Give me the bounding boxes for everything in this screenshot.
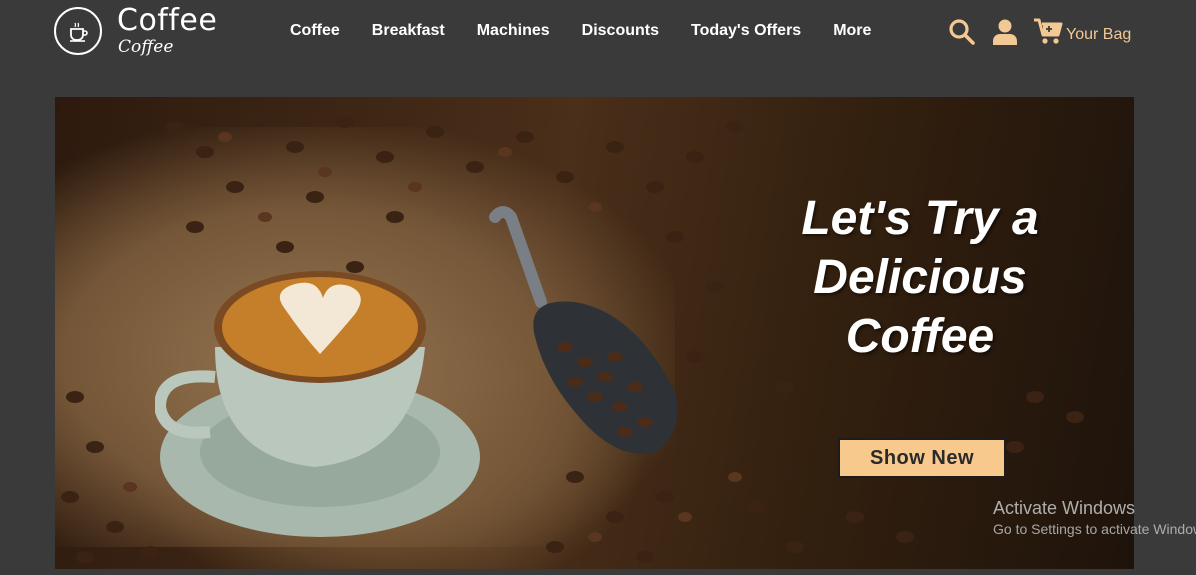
search-icon[interactable] [948, 18, 976, 51]
nav-item-discounts[interactable]: Discounts [582, 22, 659, 40]
user-icon[interactable] [992, 18, 1018, 51]
nav-item-coffee[interactable]: Coffee [290, 22, 340, 40]
watermark-subtitle: Go to Settings to activate Windows. [993, 521, 1196, 537]
activation-watermark: Activate Windows Go to Settings to activ… [993, 498, 1196, 537]
main-nav: Coffee Breakfast Machines Discounts Toda… [290, 22, 903, 40]
coffee-scoop-image [489, 206, 678, 454]
watermark-title: Activate Windows [993, 498, 1136, 518]
coffee-cup-icon [54, 7, 102, 55]
nav-item-breakfast[interactable]: Breakfast [372, 22, 445, 40]
nav-item-machines[interactable]: Machines [477, 22, 550, 40]
hero-banner: Let's Try a Delicious Coffee Show New [55, 97, 1134, 569]
brand-logo[interactable]: Coffee Coffee [54, 3, 217, 59]
bag-label[interactable]: Your Bag [1066, 26, 1131, 44]
coffee-cup-image [155, 271, 480, 537]
nav-item-more[interactable]: More [833, 22, 871, 40]
nav-item-todays-offers[interactable]: Today's Offers [691, 22, 801, 40]
brand-name: Coffee [117, 3, 218, 38]
hero-headline: Let's Try a Delicious Coffee [801, 192, 1039, 363]
brand-tagline: Coffee [118, 37, 174, 57]
page: Coffee Coffee Coffee Breakfast Machines … [0, 0, 1196, 575]
cart-icon[interactable] [1033, 16, 1063, 51]
show-new-button[interactable]: Show New [838, 438, 1006, 478]
